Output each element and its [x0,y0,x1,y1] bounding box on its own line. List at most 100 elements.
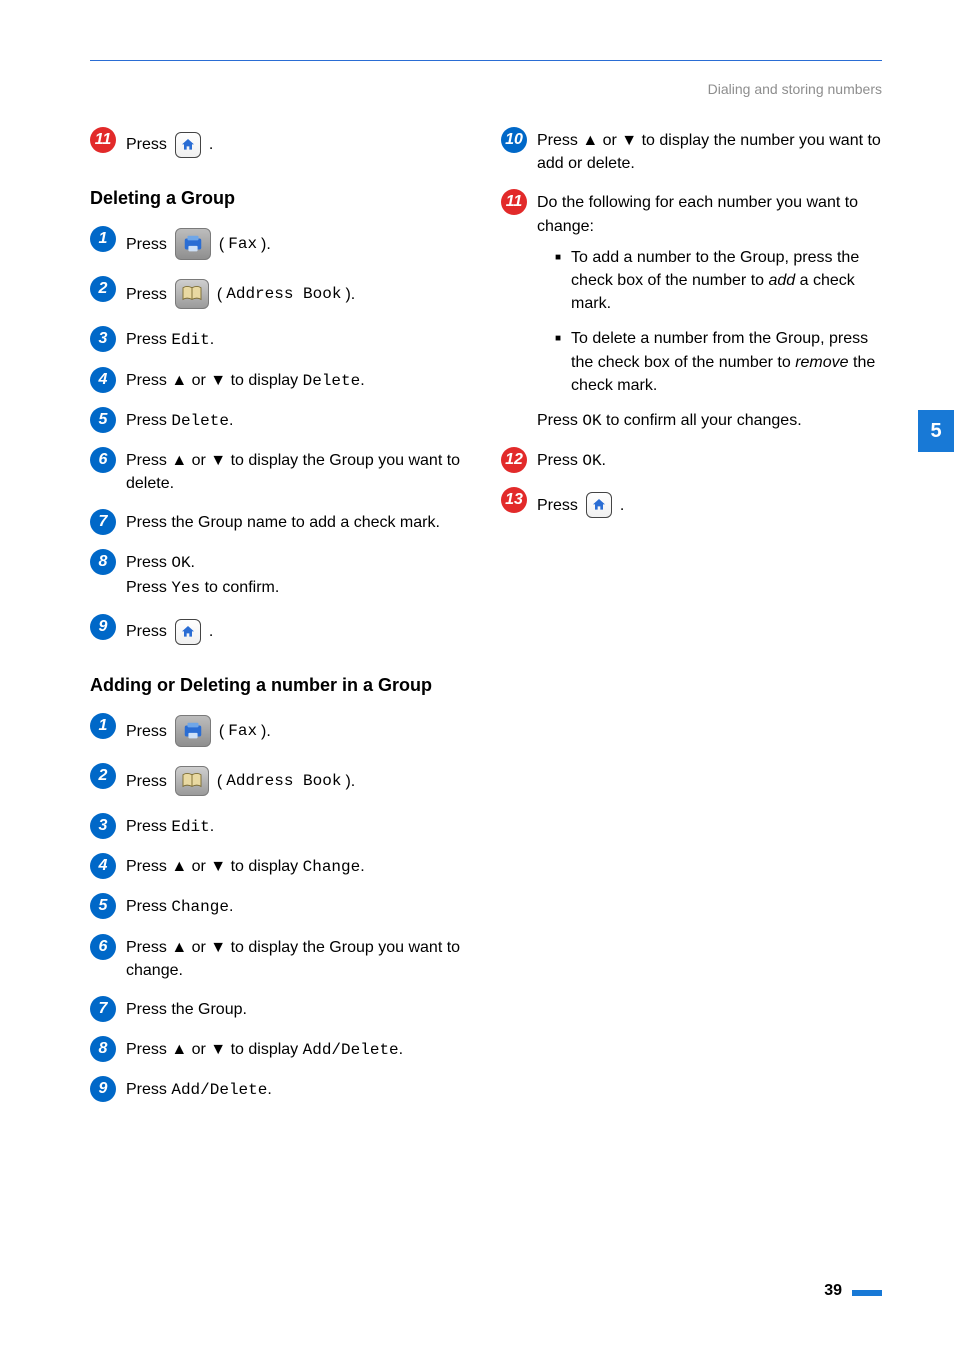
list-item: To delete a number from the Group, press… [555,327,882,397]
text: ( [217,770,222,793]
step-text: Press OK. [537,447,606,473]
step-text: Press (Address Book). [126,276,355,312]
top-rule [90,60,882,61]
step-badge: 7 [90,509,116,535]
text: . [399,1041,403,1058]
step-badge: 4 [90,367,116,393]
text: to confirm. [200,579,279,596]
text: ). [261,720,271,743]
fax-icon [175,715,211,747]
step-text: Press the Group name to add a check mark… [126,509,440,534]
ad-step-10: 10 Press ▲ or ▼ to display the number yo… [501,127,882,175]
mono: OK [582,412,601,430]
step-badge: 6 [90,934,116,960]
ad-step-8: 8 Press ▲ or ▼ to display Add/Delete. [90,1036,471,1062]
ad-step-1: 1 Press (Fax). [90,713,471,749]
text: Press ▲ or ▼ to display [126,858,303,875]
step-text: Press Delete. [126,407,233,433]
step-text: Press ▲ or ▼ to display Delete. [126,367,365,393]
text: Press [126,1081,171,1098]
text: Press [126,818,171,835]
text: ). [345,770,355,793]
step-text: Press (Fax). [126,226,271,262]
dg-step-5: 5 Press Delete. [90,407,471,433]
step-text: Press Change. [126,893,233,919]
step-badge: 8 [90,549,116,575]
step-11-top: 11 Press . [90,127,471,163]
step-badge: 6 [90,447,116,473]
list-item: To add a number to the Group, press the … [555,246,882,316]
home-icon [586,492,612,518]
text: Press [126,620,167,643]
heading-add-delete-number: Adding or Deleting a number in a Group [90,674,471,697]
dg-step-9: 9 Press . [90,614,471,650]
home-icon [175,619,201,645]
step-badge: 13 [501,487,527,513]
mono: Edit [171,331,209,349]
step-badge: 2 [90,763,116,789]
step-badge: 3 [90,326,116,352]
ad-step-4: 4 Press ▲ or ▼ to display Change. [90,853,471,879]
mono: Add/Delete [171,1081,267,1099]
text: . [620,494,624,517]
text: ( [217,283,222,306]
text: to confirm all your changes. [602,412,802,429]
left-column: 11 Press . Deleting a Group 1 Press (Fax… [90,127,471,1116]
step-text: Press the Group. [126,996,247,1021]
step-text: Press . [126,614,213,650]
text: Press [126,579,171,596]
mono: Add/Delete [303,1041,399,1059]
footer: 39 [824,1282,882,1300]
dg-step-7: 7 Press the Group name to add a check ma… [90,509,471,535]
em: add [769,272,796,289]
ad-step-13: 13 Press . [501,487,882,523]
step-text: Press Add/Delete. [126,1076,272,1102]
text: Press ▲ or ▼ to display [126,372,303,389]
text: Press [126,133,167,156]
step-text: Press ▲ or ▼ to display the number you w… [537,127,882,175]
text: Press [126,412,171,429]
text: . [267,1081,271,1098]
mono: Yes [171,579,200,597]
bullet-list: To add a number to the Group, press the … [555,246,882,397]
ad-step-5: 5 Press Change. [90,893,471,919]
step-badge: 8 [90,1036,116,1062]
text: . [210,331,214,348]
dg-step-2: 2 Press (Address Book). [90,276,471,312]
text: . [209,133,213,156]
home-icon [175,132,201,158]
step-badge: 5 [90,407,116,433]
text: Press [537,412,582,429]
step-badge: 11 [501,189,527,215]
step-text: Press Edit. [126,813,214,839]
step-text: Press (Address Book). [126,763,355,799]
section-header: Dialing and storing numbers [90,81,882,97]
page-number: 39 [824,1282,842,1300]
text: Press [537,494,578,517]
step-badge: 2 [90,276,116,302]
step-text: Press . [126,127,213,163]
dg-step-6: 6 Press ▲ or ▼ to display the Group you … [90,447,471,495]
step-text: Press ▲ or ▼ to display Add/Delete. [126,1036,403,1062]
step-text: Press ▲ or ▼ to display Change. [126,853,365,879]
text: Press ▲ or ▼ to display [126,1041,303,1058]
dg-step-8: 8 Press OK. Press Yes to confirm. [90,549,471,599]
mono: Fax [228,720,257,743]
ad-step-11: 11 Do the following for each number you … [501,189,882,433]
ad-step-6: 6 Press ▲ or ▼ to display the Group you … [90,934,471,982]
text: Press [537,452,582,469]
dg-step-1: 1 Press (Fax). [90,226,471,262]
text: ( [219,233,224,256]
mono: Change [171,898,229,916]
right-column: 10 Press ▲ or ▼ to display the number yo… [501,127,882,1116]
confirm-text: Press OK to confirm all your changes. [537,409,882,433]
dg-step-3: 3 Press Edit. [90,326,471,352]
mono: Change [303,858,361,876]
step-text: Press ▲ or ▼ to display the Group you wa… [126,447,471,495]
step-text: Press Edit. [126,326,214,352]
text: . [229,412,233,429]
mono: Edit [171,818,209,836]
step-badge: 9 [90,614,116,640]
em: remove [795,354,848,371]
step-badge: 10 [501,127,527,153]
